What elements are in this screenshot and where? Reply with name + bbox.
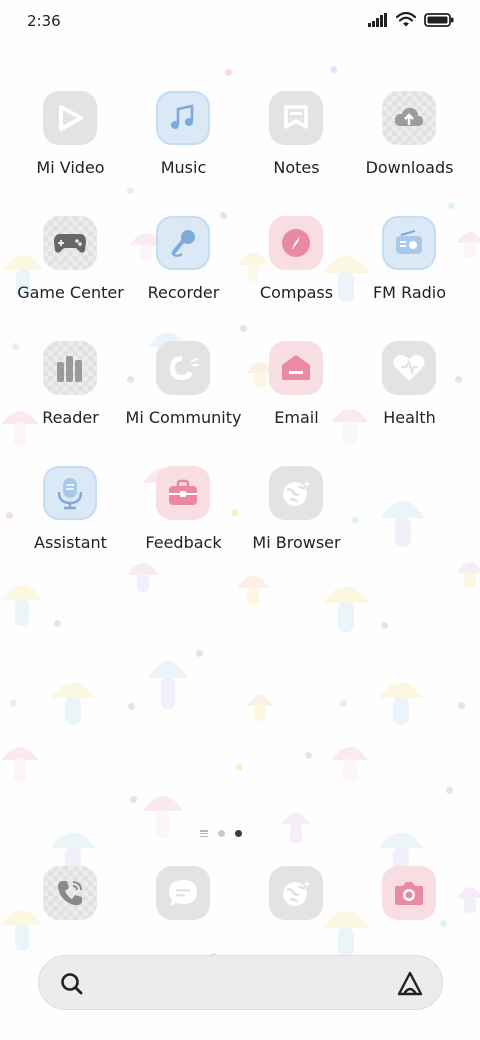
search-icon[interactable] [59, 971, 85, 997]
app-mi-community[interactable]: Mi Community [126, 341, 241, 451]
browser-globe-icon [283, 880, 311, 906]
play-icon [43, 91, 97, 145]
app-label: Health [383, 408, 436, 427]
app-mi-video[interactable]: Mi Video [14, 91, 127, 201]
app-label: FM Radio [372, 283, 447, 302]
dock-camera[interactable] [382, 866, 436, 920]
assistant-logo-icon[interactable] [396, 970, 424, 998]
globe-icon [269, 466, 323, 520]
feed-page-indicator [200, 830, 208, 837]
gamepad-icon [43, 216, 97, 270]
battery-icon [424, 12, 454, 27]
search-bar[interactable] [38, 955, 443, 1010]
app-email[interactable]: Email [240, 341, 353, 451]
page-dot-active [235, 830, 242, 837]
app-label: Email [274, 408, 319, 427]
app-mi-browser[interactable]: Mi Browser [240, 466, 353, 576]
app-label: Music [160, 158, 207, 177]
dock-browser[interactable] [269, 866, 323, 920]
message-icon [169, 880, 197, 906]
app-label: Feedback [145, 533, 222, 552]
wifi-icon [396, 12, 416, 27]
toolbox-icon [156, 466, 210, 520]
assistant-mic-icon [43, 466, 97, 520]
app-label: Assistant [34, 533, 107, 552]
app-recorder[interactable]: Recorder [127, 216, 240, 326]
mail-icon [269, 341, 323, 395]
camera-icon [395, 882, 423, 905]
app-fm-radio[interactable]: FM Radio [353, 216, 466, 326]
app-reader[interactable]: Reader [14, 341, 127, 451]
dock-phone[interactable] [43, 866, 97, 920]
app-notes[interactable]: Notes [240, 91, 353, 201]
dock-messages[interactable] [156, 866, 210, 920]
status-bar: 2:36 [0, 0, 480, 44]
bookmark-note-icon [269, 91, 323, 145]
heart-icon [382, 341, 436, 395]
music-note-icon [156, 91, 210, 145]
app-label: Notes [273, 158, 320, 177]
status-time: 2:36 [27, 12, 61, 30]
app-game-center[interactable]: Game Center [14, 216, 127, 326]
app-music[interactable]: Music [127, 91, 240, 201]
app-feedback[interactable]: Feedback [127, 466, 240, 576]
app-label: Reader [42, 408, 99, 427]
cloud-download-icon [382, 91, 436, 145]
compass-icon [269, 216, 323, 270]
signal-icon [368, 12, 387, 27]
app-health[interactable]: Health [353, 341, 466, 451]
app-label: Game Center [17, 283, 124, 302]
app-label: Mi Browser [252, 533, 341, 552]
books-icon [43, 341, 97, 395]
page-indicator[interactable] [200, 830, 242, 837]
status-icons [368, 12, 454, 27]
app-downloads[interactable]: Downloads [353, 91, 466, 201]
app-assistant[interactable]: Assistant [14, 466, 127, 576]
bird-icon [156, 341, 210, 395]
phone-icon [58, 881, 82, 906]
app-label: Downloads [365, 158, 454, 177]
page-dot [218, 830, 225, 837]
app-compass[interactable]: Compass [240, 216, 353, 326]
microphone-icon [156, 216, 210, 270]
app-label: Mi Video [36, 158, 105, 177]
app-label: Compass [259, 283, 334, 302]
app-label: Recorder [147, 283, 220, 302]
radio-icon [382, 216, 436, 270]
app-label: Mi Community [125, 408, 242, 427]
